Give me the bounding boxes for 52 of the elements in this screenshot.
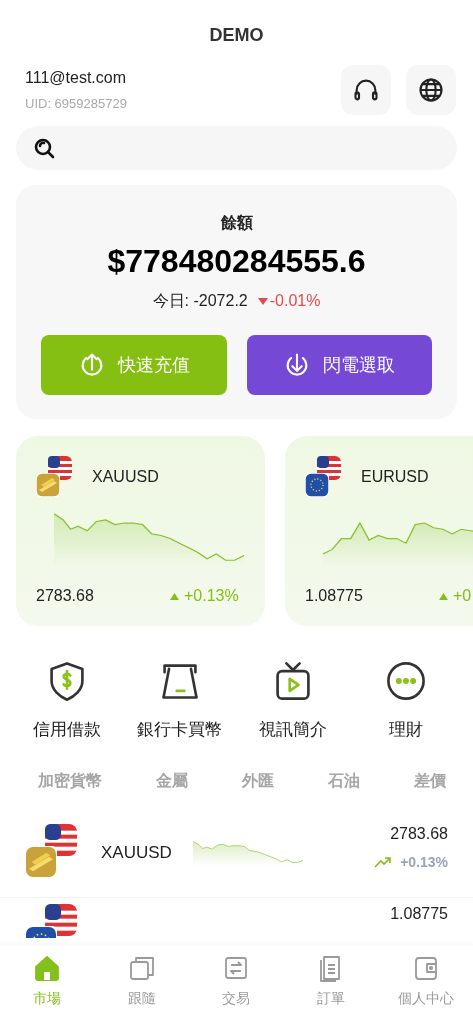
up-triangle-icon bbox=[170, 592, 179, 600]
today-change: 今日: -2072.2 bbox=[152, 291, 248, 311]
nav-tab[interactable]: 交易 bbox=[189, 954, 284, 1024]
shortcut-item[interactable]: 信用借款 bbox=[10, 659, 124, 743]
category-tab[interactable]: 石油 bbox=[328, 768, 360, 793]
shortcut-item[interactable]: 理財 bbox=[349, 659, 463, 743]
market-row[interactable]: XAUUSD 2783.68 +0.13% bbox=[0, 817, 473, 898]
market-price: 1.08775 bbox=[390, 903, 448, 924]
market-change: +0 bbox=[453, 586, 472, 606]
copy-icon bbox=[127, 954, 156, 982]
user-id: UID: 6959285729 bbox=[25, 95, 127, 114]
support-button[interactable] bbox=[341, 65, 391, 115]
balance-label: 餘額 bbox=[220, 213, 253, 233]
market-change: +0.13% bbox=[400, 852, 448, 872]
home-icon bbox=[33, 954, 62, 982]
account-email: 111@test.com bbox=[25, 68, 127, 89]
market-card[interactable]: XAUUSD 2783.68 +0.13% bbox=[16, 436, 265, 626]
category-tab[interactable]: 金屬 bbox=[156, 768, 188, 793]
ingot-icon bbox=[36, 473, 60, 497]
category-tab[interactable]: 加密貨幣 bbox=[38, 768, 102, 793]
app-title: DEMO bbox=[209, 24, 264, 47]
nav-tab[interactable]: 訂單 bbox=[283, 954, 379, 1024]
market-symbol: XAUUSD bbox=[101, 841, 173, 864]
market-price: 2783.68 bbox=[36, 586, 95, 606]
us-flag-icon bbox=[45, 903, 77, 936]
change-percent: -0.01% bbox=[269, 291, 321, 311]
category-tab[interactable]: 差價 bbox=[414, 768, 446, 793]
market-symbol: EURUSD bbox=[361, 467, 429, 487]
category-tab[interactable]: 外匯 bbox=[242, 768, 274, 793]
nav-tab[interactable]: 個人中心 bbox=[378, 954, 473, 1024]
eu-flag-icon bbox=[305, 473, 329, 497]
up-triangle-icon bbox=[439, 592, 448, 600]
deposit-button[interactable]: 快速充值 bbox=[41, 335, 227, 395]
market-change: +0.13% bbox=[184, 586, 239, 606]
market-symbol: XAUUSD bbox=[92, 467, 159, 487]
market-price: 2783.68 bbox=[390, 823, 448, 844]
language-button[interactable] bbox=[406, 65, 456, 115]
market-card[interactable]: EURUSD 1.08775 +0 bbox=[285, 436, 473, 626]
ingot-icon bbox=[25, 845, 57, 878]
nav-tab[interactable]: 跟隨 bbox=[94, 954, 190, 1024]
balance-amount: $778480284555.6 bbox=[107, 242, 366, 281]
down-triangle-icon bbox=[257, 297, 268, 305]
shortcut-item[interactable]: 視訊簡介 bbox=[236, 659, 350, 743]
shortcut-item[interactable]: 銀行卡買幣 bbox=[123, 659, 237, 743]
withdraw-button[interactable]: 閃電選取 bbox=[246, 335, 432, 395]
nav-tab[interactable]: 市場 bbox=[0, 954, 95, 1024]
search-icon bbox=[32, 136, 56, 160]
search-field[interactable] bbox=[16, 126, 457, 170]
us-flag-icon bbox=[45, 823, 77, 856]
trend-up-icon bbox=[374, 856, 393, 868]
market-price: 1.08775 bbox=[305, 586, 364, 606]
globe-icon bbox=[417, 76, 445, 104]
